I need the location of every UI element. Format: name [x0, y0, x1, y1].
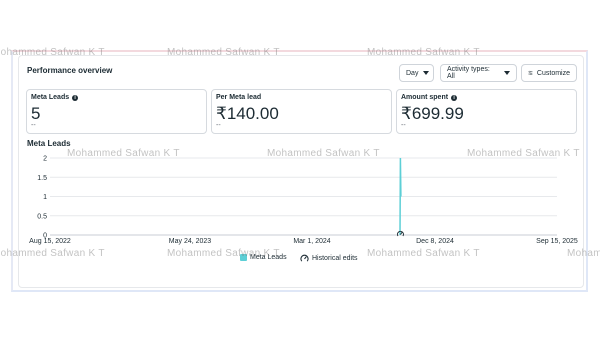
watermark-text: Mohammed Safwan K T	[0, 248, 105, 259]
x-tick-label: Aug 15, 2022	[29, 238, 71, 245]
y-tick-label: 2	[43, 156, 47, 163]
legend-edits-label: Historical edits	[312, 255, 358, 262]
watermark-text: Mohammed Safwan K T	[167, 47, 280, 58]
watermark-text: Mohammed Safwan K T	[167, 248, 280, 259]
watermark-text: Mohammed Safwan K T	[267, 148, 380, 159]
x-tick-label: Sep 15, 2025	[536, 238, 578, 245]
legend-item-historical-edits[interactable]: Historical edits	[300, 254, 358, 263]
watermark-text: Mohammed Safwan K T	[67, 148, 180, 159]
watermark-text: Mohammed Safwan K T	[367, 47, 480, 58]
series-line-meta-leads[interactable]	[399, 157, 402, 236]
watermark-text: Mohammed Safwan K T	[467, 148, 580, 159]
watermark-text: Mohammed Safwan K T	[567, 248, 600, 259]
x-tick-label: Mar 1, 2024	[293, 238, 330, 245]
historical-edits-icon	[300, 254, 309, 262]
watermark-text: Mohammed Safwan K T	[367, 248, 480, 259]
watermark-text: Mohammed Safwan K T	[0, 47, 105, 58]
y-tick-label: 1.5	[37, 175, 47, 182]
x-tick-label: Dec 8, 2024	[416, 238, 454, 245]
y-tick-label: 1	[43, 194, 47, 201]
y-tick-label: 0.5	[37, 213, 47, 220]
x-tick-label: May 24, 2023	[169, 238, 212, 245]
